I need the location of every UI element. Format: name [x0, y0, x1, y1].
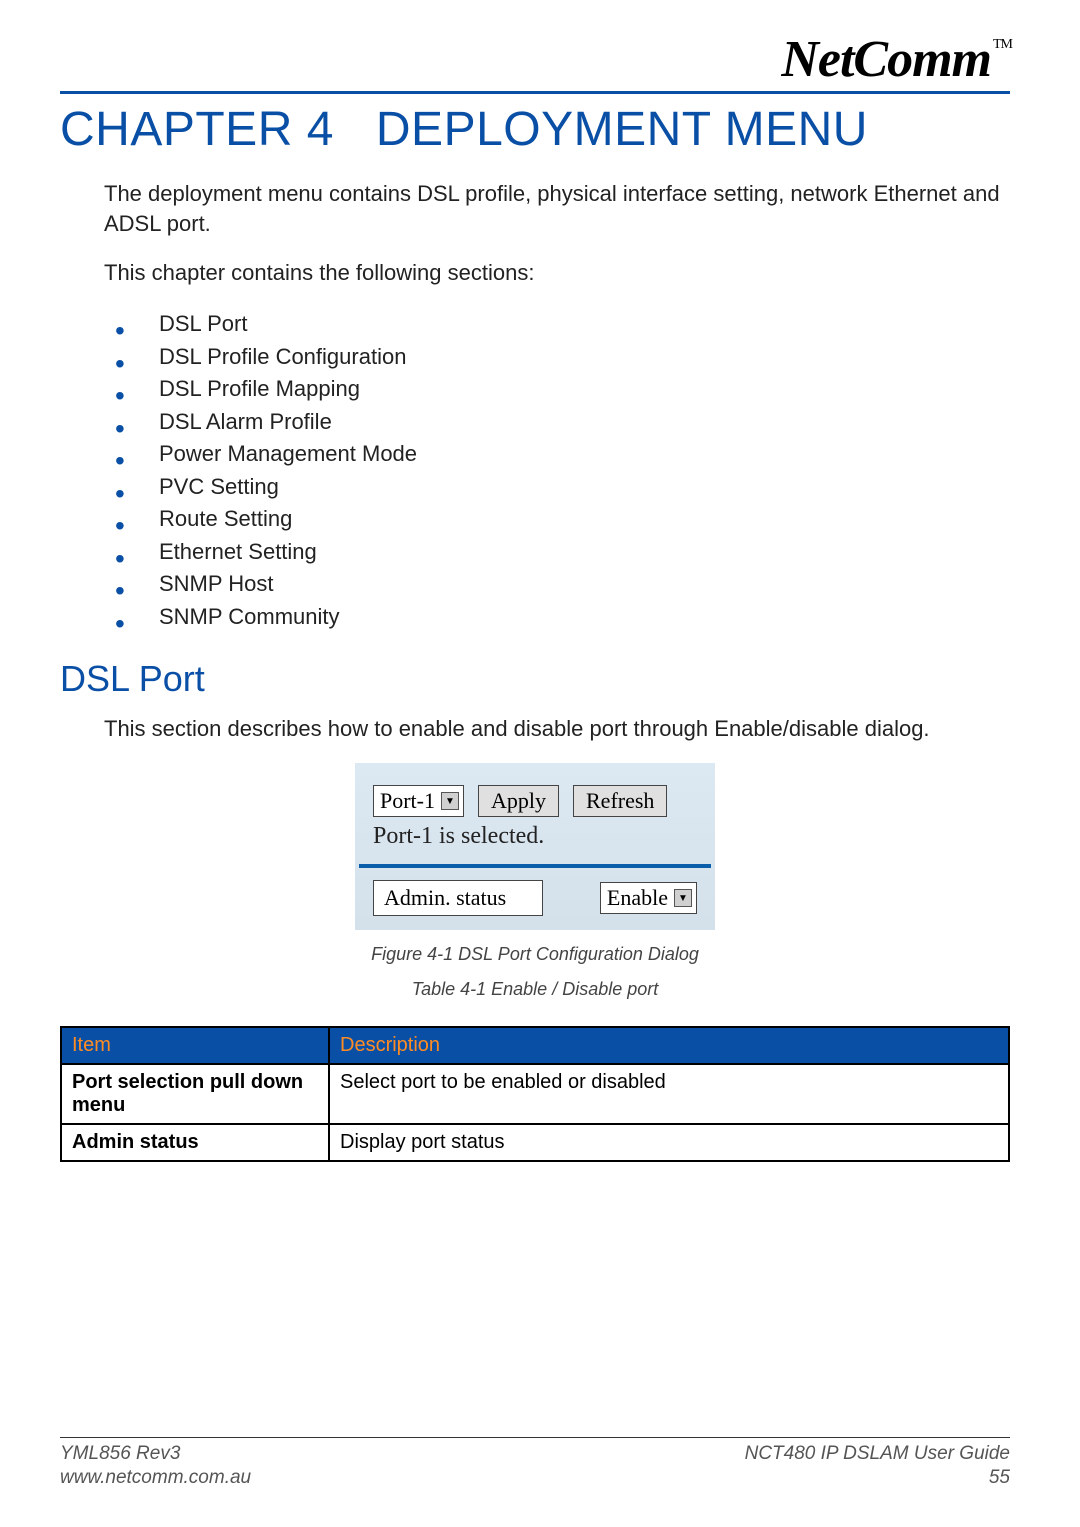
figure-caption: Figure 4-1 DSL Port Configuration Dialog	[371, 944, 699, 965]
intro-paragraph-2: This chapter contains the following sect…	[104, 258, 1010, 288]
table-header-row: Item Description	[61, 1027, 1009, 1064]
footer-guide-title: NCT480 IP DSLAM User Guide	[745, 1442, 1010, 1467]
chapter-number: CHAPTER 4	[60, 102, 334, 157]
list-item: DSL Port	[115, 308, 1010, 341]
brand-logo: NetCommTM	[781, 30, 1010, 89]
figure-container: Port-1 ▼ Apply Refresh Port-1 is selecte…	[60, 763, 1010, 1000]
list-item: DSL Alarm Profile	[115, 406, 1010, 439]
section-heading-dsl-port: DSL Port	[60, 658, 1010, 700]
chapter-title: CHAPTER 4 DEPLOYMENT MENU	[60, 102, 1010, 157]
table-cell-item: Admin status	[61, 1124, 329, 1161]
header-divider	[60, 91, 1010, 94]
table-row: Admin status Display port status	[61, 1124, 1009, 1161]
list-item: Route Setting	[115, 503, 1010, 536]
dialog-status-row: Admin. status Enable ▼	[355, 880, 715, 916]
apply-button[interactable]: Apply	[478, 785, 559, 817]
chevron-down-icon: ▼	[441, 792, 459, 810]
page-footer: YML856 Rev3 www.netcomm.com.au NCT480 IP…	[60, 1437, 1010, 1491]
table-header-item: Item	[61, 1027, 329, 1064]
footer-left: YML856 Rev3 www.netcomm.com.au	[60, 1442, 251, 1491]
table-cell-desc: Display port status	[329, 1124, 1009, 1161]
admin-status-value: Enable	[607, 885, 668, 911]
chapter-name: DEPLOYMENT MENU	[376, 103, 868, 156]
footer-page-number: 55	[745, 1466, 1010, 1491]
port-select-value: Port-1	[380, 788, 435, 814]
chevron-down-icon: ▼	[674, 889, 692, 907]
list-item: Ethernet Setting	[115, 536, 1010, 569]
dsl-port-description: This section describes how to enable and…	[104, 714, 1010, 744]
footer-divider	[60, 1437, 1010, 1438]
dialog-status-text: Port-1 is selected.	[355, 821, 715, 864]
intro-paragraph-1: The deployment menu contains DSL profile…	[104, 179, 1010, 238]
list-item: Power Management Mode	[115, 438, 1010, 471]
table-header-desc: Description	[329, 1027, 1009, 1064]
admin-status-dropdown[interactable]: Enable ▼	[600, 882, 697, 914]
list-item: SNMP Host	[115, 568, 1010, 601]
section-list: DSL Port DSL Profile Configuration DSL P…	[115, 308, 1010, 633]
list-item: DSL Profile Configuration	[115, 341, 1010, 374]
footer-revision: YML856 Rev3	[60, 1442, 251, 1467]
refresh-button[interactable]: Refresh	[573, 785, 667, 817]
table-row: Port selection pull down menu Select por…	[61, 1064, 1009, 1124]
logo-area: NetCommTM	[60, 30, 1010, 89]
table-cell-desc: Select port to be enabled or disabled	[329, 1064, 1009, 1124]
list-item: DSL Profile Mapping	[115, 373, 1010, 406]
brand-name: NetComm	[781, 31, 991, 88]
dialog-toolbar: Port-1 ▼ Apply Refresh	[355, 775, 715, 821]
footer-content: YML856 Rev3 www.netcomm.com.au NCT480 IP…	[60, 1442, 1010, 1491]
table-cell-item: Port selection pull down menu	[61, 1064, 329, 1124]
admin-status-label: Admin. status	[373, 880, 543, 916]
footer-url: www.netcomm.com.au	[60, 1466, 251, 1491]
trademark-symbol: TM	[993, 37, 1012, 52]
list-item: SNMP Community	[115, 601, 1010, 634]
dialog-separator	[359, 864, 711, 868]
table-caption: Table 4-1 Enable / Disable port	[412, 979, 659, 1000]
enable-disable-table: Item Description Port selection pull dow…	[60, 1026, 1010, 1162]
port-select-dropdown[interactable]: Port-1 ▼	[373, 785, 464, 817]
footer-right: NCT480 IP DSLAM User Guide 55	[745, 1442, 1010, 1491]
dsl-port-dialog: Port-1 ▼ Apply Refresh Port-1 is selecte…	[355, 763, 715, 930]
list-item: PVC Setting	[115, 471, 1010, 504]
